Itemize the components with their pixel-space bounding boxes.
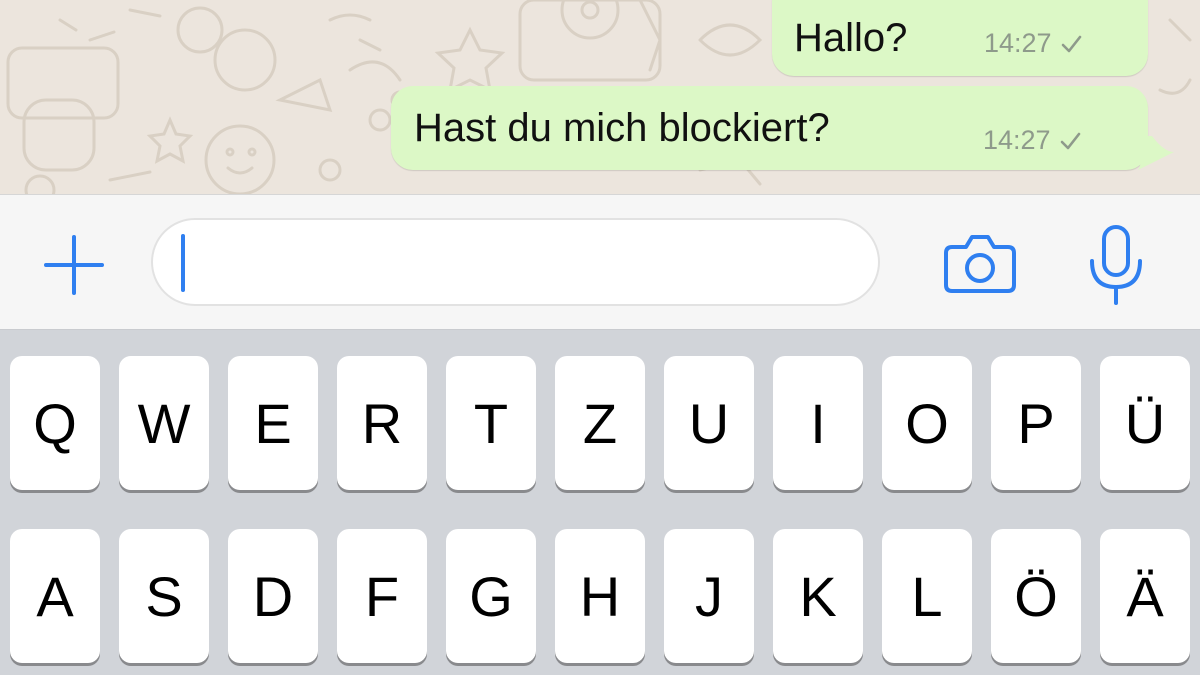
key-a-umlaut[interactable]: Ä xyxy=(1100,529,1190,663)
message-input[interactable] xyxy=(151,218,880,306)
bubble-tail xyxy=(1138,136,1174,170)
message-time: 14:27 xyxy=(984,28,1052,58)
message-meta: 14:27 xyxy=(983,125,1081,156)
message-input-bar xyxy=(0,194,1200,330)
camera-button[interactable] xyxy=(938,225,1022,301)
message-bubble[interactable]: Hast du mich blockiert? 14:27 xyxy=(391,86,1148,170)
key-u-umlaut[interactable]: Ü xyxy=(1100,356,1190,490)
keyboard-row-1: Q W E R T Z U I O P Ü xyxy=(0,356,1200,490)
message-meta: 14:27 xyxy=(984,28,1082,59)
key-p[interactable]: P xyxy=(991,356,1081,490)
key-o-umlaut[interactable]: Ö xyxy=(991,529,1081,663)
microphone-icon xyxy=(1090,225,1142,305)
key-f[interactable]: F xyxy=(337,529,427,663)
camera-icon xyxy=(944,235,1016,293)
plus-icon xyxy=(44,235,104,295)
microphone-button[interactable] xyxy=(1082,221,1150,309)
message-time: 14:27 xyxy=(983,125,1051,155)
key-o[interactable]: O xyxy=(882,356,972,490)
key-a[interactable]: A xyxy=(10,529,100,663)
key-q[interactable]: Q xyxy=(10,356,100,490)
key-i[interactable]: I xyxy=(773,356,863,490)
text-cursor xyxy=(181,234,185,292)
key-r[interactable]: R xyxy=(337,356,427,490)
single-check-icon xyxy=(1060,132,1080,149)
key-u[interactable]: U xyxy=(664,356,754,490)
key-j[interactable]: J xyxy=(664,529,754,663)
attach-button[interactable] xyxy=(40,231,108,299)
key-z[interactable]: Z xyxy=(555,356,645,490)
key-w[interactable]: W xyxy=(119,356,209,490)
key-s[interactable]: S xyxy=(119,529,209,663)
keyboard-row-2: A S D F G H J K L Ö Ä xyxy=(0,529,1200,663)
chat-area: Hallo? 14:27 Hast du mich blockiert? 14:… xyxy=(0,0,1200,194)
key-e[interactable]: E xyxy=(228,356,318,490)
key-t[interactable]: T xyxy=(446,356,536,490)
on-screen-keyboard: Q W E R T Z U I O P Ü A S D F G H J K L … xyxy=(0,331,1200,675)
key-h[interactable]: H xyxy=(555,529,645,663)
message-bubble[interactable]: Hallo? 14:27 xyxy=(772,0,1148,76)
key-l[interactable]: L xyxy=(882,529,972,663)
key-k[interactable]: K xyxy=(773,529,863,663)
key-g[interactable]: G xyxy=(446,529,536,663)
key-d[interactable]: D xyxy=(228,529,318,663)
message-text: Hallo? xyxy=(794,16,908,60)
message-text: Hast du mich blockiert? xyxy=(414,106,830,150)
single-check-icon xyxy=(1061,35,1081,52)
